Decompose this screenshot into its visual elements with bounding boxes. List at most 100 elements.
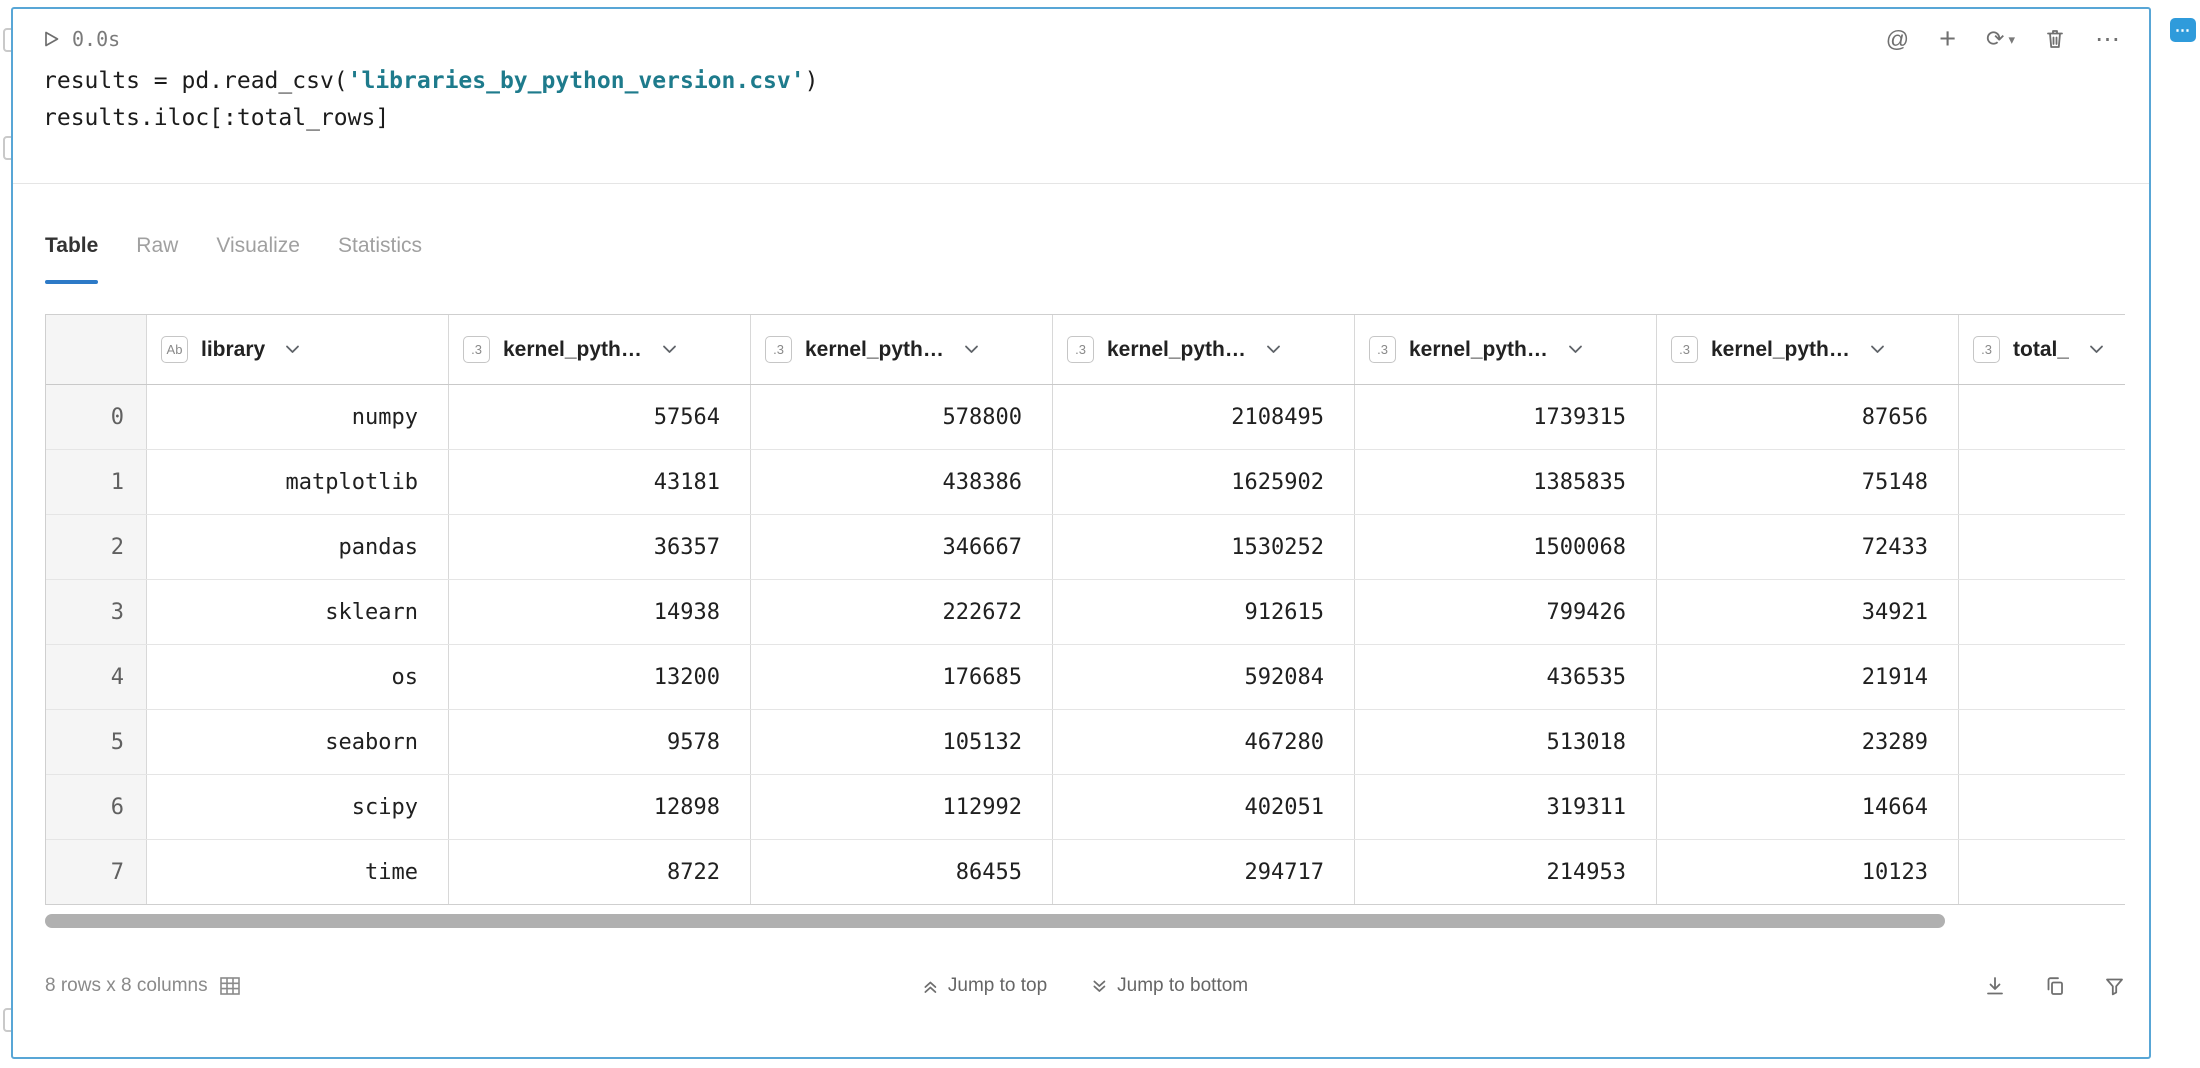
- chevron-down-icon[interactable]: [964, 345, 979, 354]
- column-label: total_: [2013, 338, 2069, 362]
- chevron-down-icon[interactable]: [1568, 345, 1583, 354]
- column-header-kernel-pyth-[interactable]: .3kernel_pyth…: [449, 315, 751, 384]
- table-cell[interactable]: 36357: [449, 515, 751, 579]
- row-index: 6: [46, 775, 147, 839]
- table-cell[interactable]: 13200: [449, 645, 751, 709]
- more-actions-icon[interactable]: ⋯: [2095, 27, 2121, 52]
- table-cell[interactable]: [1959, 515, 2125, 579]
- jump-to-bottom-button[interactable]: Jump to bottom: [1091, 975, 1248, 997]
- table-cell[interactable]: 467280: [1053, 710, 1355, 774]
- chevron-down-icon[interactable]: [662, 345, 677, 354]
- table-cell[interactable]: 592084: [1053, 645, 1355, 709]
- table-cell[interactable]: [1959, 840, 2125, 904]
- table-cell[interactable]: 43181: [449, 450, 751, 514]
- table-cell[interactable]: 294717: [1053, 840, 1355, 904]
- table-cell[interactable]: 112992: [751, 775, 1053, 839]
- table-cell[interactable]: 23289: [1657, 710, 1959, 774]
- column-header-kernel-pyth-[interactable]: .3kernel_pyth…: [1053, 315, 1355, 384]
- tab-visualize[interactable]: Visualize: [216, 234, 300, 284]
- column-header-library[interactable]: Ablibrary: [147, 315, 449, 384]
- table-cell[interactable]: 578800: [751, 385, 1053, 449]
- chevron-down-icon[interactable]: [1266, 345, 1281, 354]
- table-cell[interactable]: [1959, 645, 2125, 709]
- column-header-kernel-pyth-[interactable]: .3kernel_pyth…: [1657, 315, 1959, 384]
- table-cell[interactable]: 1500068: [1355, 515, 1657, 579]
- column-header-kernel-pyth-[interactable]: .3kernel_pyth…: [1355, 315, 1657, 384]
- table-cell[interactable]: os: [147, 645, 449, 709]
- copy-icon[interactable]: [2044, 975, 2066, 997]
- chevron-down-icon[interactable]: [2089, 345, 2104, 354]
- table-cell[interactable]: 75148: [1657, 450, 1959, 514]
- table-row: 5seaborn957810513246728051301823289: [46, 710, 2125, 775]
- table-cell[interactable]: 8722: [449, 840, 751, 904]
- table-cell[interactable]: 319311: [1355, 775, 1657, 839]
- code-line[interactable]: results.iloc[:total_rows]: [43, 100, 2121, 137]
- table-cell[interactable]: pandas: [147, 515, 449, 579]
- table-cell[interactable]: 9578: [449, 710, 751, 774]
- comment-icon[interactable]: ⋯: [2170, 18, 2196, 42]
- filter-icon[interactable]: [2104, 976, 2125, 996]
- table-cell[interactable]: scipy: [147, 775, 449, 839]
- table-cell[interactable]: 1739315: [1355, 385, 1657, 449]
- chevron-down-icon[interactable]: [1870, 345, 1885, 354]
- jump-to-top-button[interactable]: Jump to top: [922, 975, 1047, 997]
- table-cell[interactable]: [1959, 580, 2125, 644]
- table-cell[interactable]: 222672: [751, 580, 1053, 644]
- table-cell[interactable]: 1530252: [1053, 515, 1355, 579]
- tab-statistics[interactable]: Statistics: [338, 234, 422, 284]
- mention-icon[interactable]: @: [1886, 28, 1909, 51]
- table-cell[interactable]: 402051: [1053, 775, 1355, 839]
- jump-to-top-label: Jump to top: [948, 975, 1047, 997]
- table-cell[interactable]: 438386: [751, 450, 1053, 514]
- table-cell[interactable]: 436535: [1355, 645, 1657, 709]
- table-cell[interactable]: 34921: [1657, 580, 1959, 644]
- code-editor[interactable]: results = pd.read_csv('libraries_by_pyth…: [43, 63, 2121, 137]
- table-cell[interactable]: 57564: [449, 385, 751, 449]
- table-cell[interactable]: sklearn: [147, 580, 449, 644]
- row-index: 7: [46, 840, 147, 904]
- download-icon[interactable]: [1984, 975, 2006, 997]
- chevron-down-icon[interactable]: [285, 345, 300, 354]
- table-cell[interactable]: numpy: [147, 385, 449, 449]
- run-cell-icon[interactable]: [43, 30, 60, 48]
- code-line[interactable]: results = pd.read_csv('libraries_by_pyth…: [43, 63, 2121, 100]
- decimal-type-icon: .3: [1973, 336, 2000, 363]
- table-cell[interactable]: 86455: [751, 840, 1053, 904]
- table-cell[interactable]: 12898: [449, 775, 751, 839]
- table-cell[interactable]: 513018: [1355, 710, 1657, 774]
- table-cell[interactable]: seaborn: [147, 710, 449, 774]
- table-cell[interactable]: 176685: [751, 645, 1053, 709]
- table-cell[interactable]: 214953: [1355, 840, 1657, 904]
- table-cell[interactable]: 10123: [1657, 840, 1959, 904]
- table-row: 6scipy1289811299240205131931114664: [46, 775, 2125, 840]
- column-header-total-[interactable]: .3 total_: [1959, 315, 2125, 384]
- delete-cell-icon[interactable]: [2045, 28, 2065, 50]
- table-cell[interactable]: 14664: [1657, 775, 1959, 839]
- table-cell[interactable]: 799426: [1355, 580, 1657, 644]
- table-grid-icon[interactable]: [220, 977, 240, 995]
- table-cell[interactable]: 21914: [1657, 645, 1959, 709]
- table-cell[interactable]: 2108495: [1053, 385, 1355, 449]
- table-cell[interactable]: [1959, 385, 2125, 449]
- scrollbar-thumb[interactable]: [45, 914, 1945, 928]
- cell-toolbar: 0.0s @ + ⟳▾ ⋯: [43, 21, 2121, 57]
- tab-raw[interactable]: Raw: [136, 234, 178, 284]
- table-cell[interactable]: 105132: [751, 710, 1053, 774]
- table-header-row: Ablibrary.3kernel_pyth….3kernel_pyth….3k…: [46, 315, 2125, 385]
- table-cell[interactable]: 912615: [1053, 580, 1355, 644]
- run-options-icon[interactable]: ⟳▾: [1986, 28, 2015, 50]
- table-cell[interactable]: 14938: [449, 580, 751, 644]
- table-cell[interactable]: 72433: [1657, 515, 1959, 579]
- column-header-kernel-pyth-[interactable]: .3kernel_pyth…: [751, 315, 1053, 384]
- table-cell[interactable]: [1959, 775, 2125, 839]
- table-cell[interactable]: time: [147, 840, 449, 904]
- tab-table[interactable]: Table: [45, 234, 98, 284]
- table-cell[interactable]: [1959, 710, 2125, 774]
- table-cell[interactable]: [1959, 450, 2125, 514]
- table-cell[interactable]: 1625902: [1053, 450, 1355, 514]
- table-cell[interactable]: matplotlib: [147, 450, 449, 514]
- add-cell-icon[interactable]: +: [1939, 25, 1956, 54]
- table-cell[interactable]: 87656: [1657, 385, 1959, 449]
- table-cell[interactable]: 346667: [751, 515, 1053, 579]
- table-cell[interactable]: 1385835: [1355, 450, 1657, 514]
